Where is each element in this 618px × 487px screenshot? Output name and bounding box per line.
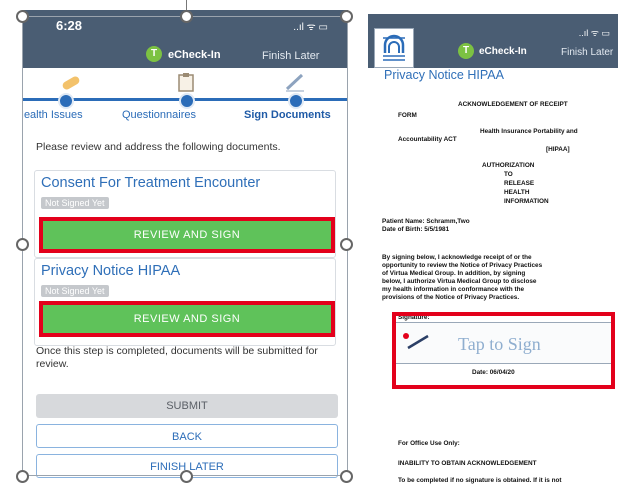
- inability-heading: INABILITY TO OBTAIN ACKNOWLEDGEMENT: [398, 460, 537, 467]
- clipboard-icon: [178, 73, 194, 92]
- doc-line: TO: [504, 171, 513, 178]
- echeck-title: eCheck-In: [479, 46, 527, 57]
- doc-paragraph-line: provisions of the Notice of Privacy Prac…: [382, 294, 520, 301]
- resize-handle[interactable]: [340, 238, 353, 251]
- document-card: Consent For Treatment Encounter Not Sign…: [34, 170, 336, 258]
- date-of-birth: Date of Birth: 5/5/1981: [382, 226, 450, 233]
- tab-sign-documents[interactable]: Sign Documents: [244, 109, 331, 121]
- instructions-text: Please review and address the following …: [36, 141, 281, 153]
- text-recognition-icon[interactable]: [374, 28, 414, 68]
- doc-line: AUTHORIZATION: [482, 162, 535, 169]
- tab-questionnaires[interactable]: Questionnaires: [122, 109, 196, 121]
- tab-health-issues[interactable]: Health Issues: [22, 109, 83, 121]
- review-and-sign-button[interactable]: REVIEW AND SIGN: [39, 217, 335, 253]
- signal-battery-icon: ..ıl ᯤ ▭: [578, 28, 610, 38]
- step-dot-questionnaires: [179, 93, 195, 109]
- bandage-icon: [62, 76, 80, 90]
- doc-paragraph-line: opportunity to review the Notice of Priv…: [382, 262, 543, 269]
- doc-line: HEALTH: [504, 189, 530, 196]
- doc-line: Health Insurance Portability and: [480, 128, 578, 135]
- echeck-title: eCheck-In: [168, 49, 221, 61]
- doc-line: [HIPAA]: [546, 146, 570, 153]
- document-title: Consent For Treatment Encounter: [41, 175, 261, 191]
- signal-battery-icon: ..ıl ᯤ ▭: [293, 22, 328, 33]
- status-time: 6:28: [56, 18, 83, 33]
- step-dot-health: [58, 93, 74, 109]
- submit-button[interactable]: SUBMIT: [36, 394, 338, 418]
- pen-icon: [285, 73, 304, 92]
- resize-handle[interactable]: [16, 470, 29, 483]
- resize-handle[interactable]: [180, 10, 193, 23]
- resize-handle[interactable]: [180, 470, 193, 483]
- document-title: Privacy Notice HIPAA: [41, 263, 181, 279]
- echeck-avatar: T: [458, 43, 474, 59]
- doc-paragraph-line: of Virtua Medical Group. In addition, by…: [382, 270, 526, 277]
- doc-line: ACKNOWLEDGEMENT OF RECEIPT: [458, 101, 568, 108]
- text-scan-icon: [383, 34, 405, 61]
- document-heading: Privacy Notice HIPAA: [384, 68, 504, 82]
- step-dot-sign: [288, 93, 304, 109]
- finish-later-link[interactable]: Finish Later: [262, 50, 319, 62]
- finish-later-link[interactable]: Finish Later: [561, 47, 613, 58]
- highlight-frame: [392, 312, 615, 389]
- patient-name: Patient Name: Schramm,Two: [382, 218, 470, 225]
- doc-paragraph-line: below, I authorize Virtua Medical Group …: [382, 278, 537, 285]
- resize-handle[interactable]: [340, 10, 353, 23]
- left-phone-screen: 6:28 ..ıl ᯤ ▭ T eCheck-In Finish Later H…: [22, 10, 348, 487]
- doc-line: RELEASE: [504, 180, 535, 187]
- doc-line: To be completed if no signature is obtai…: [398, 477, 562, 484]
- document-card: Privacy Notice HIPAA Not Signed Yet REVI…: [34, 258, 336, 346]
- doc-line: Accountability ACT: [398, 136, 457, 143]
- review-and-sign-button[interactable]: REVIEW AND SIGN: [39, 301, 335, 337]
- back-button[interactable]: BACK: [36, 424, 338, 448]
- status-badge: Not Signed Yet: [41, 285, 109, 297]
- doc-paragraph-line: my health information in conformance wit…: [382, 286, 525, 293]
- completion-note: Once this step is completed, documents w…: [36, 345, 318, 370]
- doc-line: INFORMATION: [504, 198, 549, 205]
- resize-handle[interactable]: [16, 10, 29, 23]
- resize-handle[interactable]: [340, 470, 353, 483]
- doc-paragraph-line: By signing below, I acknowledge receipt …: [382, 254, 532, 261]
- doc-line: FORM: [398, 112, 417, 119]
- resize-handle[interactable]: [16, 238, 29, 251]
- echeck-avatar: T: [146, 46, 162, 62]
- right-phone-screen: ..ıl ᯤ ▭ T eCheck-In Finish Later Privac…: [368, 14, 618, 487]
- status-badge: Not Signed Yet: [41, 197, 109, 209]
- office-use-label: For Office Use Only:: [398, 440, 460, 447]
